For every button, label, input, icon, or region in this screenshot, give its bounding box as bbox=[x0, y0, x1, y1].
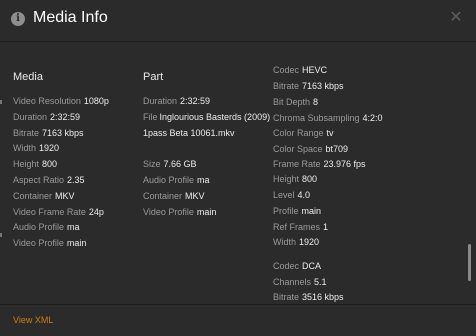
dialog-footer: View XML bbox=[0, 304, 476, 336]
video-stream-row: Ref Frames 1 bbox=[273, 222, 329, 232]
media-row: Audio Profile ma bbox=[13, 222, 80, 232]
dialog-header: i Media Info ✕ bbox=[0, 0, 476, 42]
media-row: Video Resolution 1080p bbox=[13, 96, 109, 106]
view-xml-link[interactable]: View XML bbox=[13, 315, 53, 325]
edge-marker bbox=[0, 233, 2, 237]
audio-stream-row: Codec DCA bbox=[273, 261, 322, 271]
part-file-row: File Inglourious Basterds (2009) 1pass Be… bbox=[143, 112, 271, 139]
part-row: Container MKV bbox=[143, 191, 205, 201]
video-stream-row: Profile main bbox=[273, 206, 322, 216]
video-stream-row: Height 800 bbox=[273, 174, 318, 184]
part-heading: Part bbox=[143, 71, 164, 83]
media-row: Aspect Ratio 2.35 bbox=[13, 175, 85, 185]
media-row: Container MKV bbox=[13, 191, 75, 201]
video-stream-row: Color Space bt709 bbox=[273, 144, 349, 154]
scrollbar-thumb[interactable] bbox=[468, 244, 471, 281]
video-stream-row: Codec HEVC bbox=[273, 65, 328, 75]
dialog-title: Media Info bbox=[33, 9, 108, 26]
media-info-dialog: i Media Info ✕ Media Video Resolution 108… bbox=[0, 0, 476, 336]
media-row: Bitrate 7163 kbps bbox=[13, 128, 84, 138]
part-row: Duration 2:32:59 bbox=[143, 96, 211, 106]
video-stream-row: Level 4.0 bbox=[273, 190, 311, 200]
info-icon: i bbox=[11, 12, 25, 26]
video-stream-row: Frame Rate 23.976 fps bbox=[273, 159, 366, 169]
media-heading: Media bbox=[13, 71, 43, 83]
part-row: Video Profile main bbox=[143, 207, 217, 217]
part-row: Size 7.66 GB bbox=[143, 159, 197, 169]
media-row: Width 1920 bbox=[13, 143, 60, 153]
close-icon[interactable]: ✕ bbox=[448, 9, 464, 27]
media-row: Height 800 bbox=[13, 159, 58, 169]
part-row: Audio Profile ma bbox=[143, 175, 210, 185]
video-stream-row: Bitrate 7163 kbps bbox=[273, 81, 344, 91]
media-row: Video Frame Rate 24p bbox=[13, 207, 104, 217]
edge-marker bbox=[0, 100, 2, 104]
video-stream-row: Bit Depth 8 bbox=[273, 97, 319, 107]
audio-stream-row: Channels 5.1 bbox=[273, 277, 327, 287]
media-row: Video Profile main bbox=[13, 238, 87, 248]
dialog-body[interactable]: Media Video Resolution 1080p Duration 2:32… bbox=[0, 43, 476, 304]
media-row: Duration 2:32:59 bbox=[13, 112, 81, 122]
video-stream-row: Chroma Subsampling 4:2:0 bbox=[273, 113, 383, 123]
video-stream-row: Width 1920 bbox=[273, 237, 320, 247]
audio-stream-row: Bitrate 3516 kbps bbox=[273, 292, 344, 302]
video-stream-row: Color Range tv bbox=[273, 128, 334, 138]
